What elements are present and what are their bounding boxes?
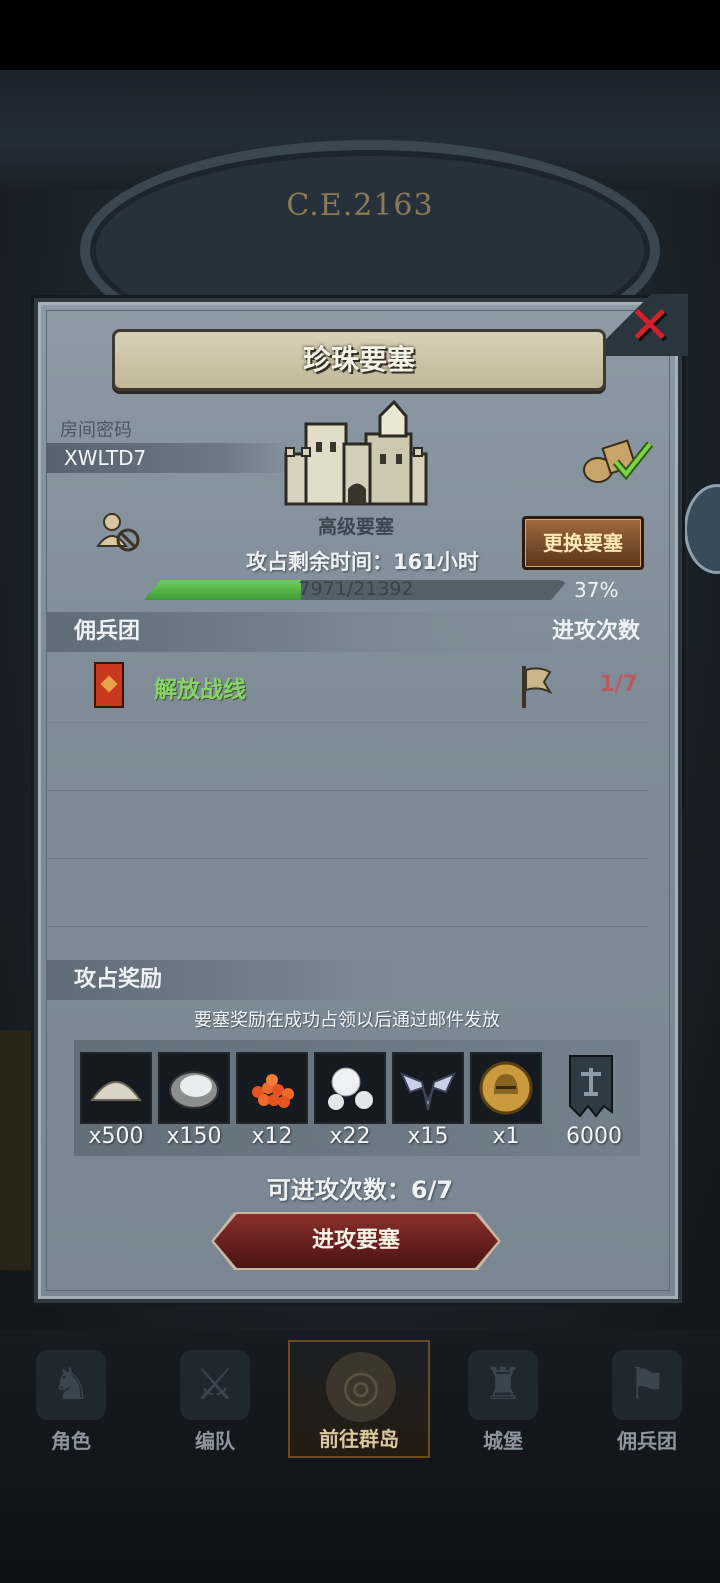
progress-text: 7971/21392 [298, 578, 414, 600]
close-icon: ✕ [628, 296, 672, 356]
progress-percent: 37% [574, 578, 619, 602]
castle-icon: ♜ [468, 1350, 538, 1420]
list-item-empty [46, 858, 648, 927]
formation-icon: ⚔ [180, 1350, 250, 1420]
mercenary-header: 佣兵团 [74, 619, 141, 644]
sand-pile-icon [90, 1081, 142, 1101]
mercenary-section-header: 佣兵团 进攻次数 [46, 612, 648, 652]
flag-icon [522, 666, 553, 708]
mercenary-icon: ⚑ [612, 1350, 682, 1420]
reward-qty: x1 [492, 1124, 520, 1149]
guild-attack-count: 1/7 [599, 672, 638, 697]
side-panel-left [0, 1030, 32, 1270]
reward-item[interactable] [314, 1052, 386, 1124]
nav-character[interactable]: ♞ 角色 [0, 1340, 142, 1458]
status-bar-area [0, 0, 720, 70]
bottom-nav: ♞ 角色 ⚔ 编队 ◎ 前往群岛 ♜ 城堡 ⚑ 佣兵团 [0, 1330, 720, 1583]
winged-emblem-icon [400, 1072, 456, 1111]
oyster-icon [169, 1071, 219, 1109]
nav-label: 佣兵团 [617, 1429, 677, 1453]
guild-name: 解放战线 [154, 677, 246, 703]
reward-note: 要塞奖励在成功占领以后通过邮件发放 [194, 1010, 500, 1031]
loot-claimed-icon[interactable] [580, 436, 658, 484]
room-code-label: 房间密码 [60, 420, 132, 441]
reward-item[interactable] [470, 1052, 542, 1124]
guild-banner-icon [94, 662, 124, 708]
attack-fortress-button[interactable]: 进攻要塞 [211, 1211, 501, 1271]
attack-button-label: 进攻要塞 [311, 1228, 400, 1253]
reward-item[interactable] [158, 1052, 230, 1124]
nav-label: 前往群岛 [319, 1427, 399, 1451]
list-item-empty [46, 790, 648, 859]
fish-roe-icon [252, 1074, 294, 1108]
guild-banner-icon[interactable] [566, 1054, 616, 1120]
character-icon: ♞ [36, 1350, 106, 1420]
reward-header: 攻占奖励 [74, 967, 163, 992]
close-button[interactable]: ✕ [598, 294, 688, 356]
fortress-type: 高级要塞 [317, 516, 394, 538]
islands-icon: ◎ [326, 1352, 396, 1422]
nav-label: 角色 [51, 1429, 91, 1453]
nav-castle[interactable]: ♜ 城堡 [432, 1340, 574, 1458]
year-label: C.E.2163 [286, 188, 434, 223]
knight-helmet-coin-icon [479, 1061, 533, 1115]
change-fortress-label: 更换要塞 [543, 531, 623, 555]
reward-qty: x15 [407, 1124, 449, 1149]
pearls-icon [328, 1067, 373, 1110]
fortress-icon [284, 399, 428, 506]
title-plate: 珍珠要塞 [112, 329, 606, 391]
reward-item[interactable] [392, 1052, 464, 1124]
dialog-title: 珍珠要塞 [302, 343, 415, 376]
reward-qty: x22 [329, 1124, 371, 1149]
remaining-time: 攻占剩余时间：161小时 [246, 550, 479, 574]
nav-formation[interactable]: ⚔ 编队 [144, 1340, 286, 1458]
list-item[interactable]: 解放战线 1/7 [46, 654, 648, 723]
nav-label: 城堡 [483, 1429, 523, 1453]
nav-label: 编队 [195, 1429, 235, 1453]
available-attacks: 可进攻次数：6/7 [266, 1176, 454, 1204]
reward-section-header: 攻占奖励 [46, 960, 648, 1000]
reward-qty: x12 [251, 1124, 293, 1149]
list-item-empty [46, 722, 648, 791]
nav-mercenary[interactable]: ⚑ 佣兵团 [576, 1340, 718, 1458]
reward-qty: x500 [88, 1124, 144, 1149]
reward-qty: 6000 [566, 1124, 622, 1149]
reward-qty: x150 [166, 1124, 222, 1149]
attacks-header: 进攻次数 [551, 619, 640, 644]
reward-item[interactable] [80, 1052, 152, 1124]
reward-item[interactable] [236, 1052, 308, 1124]
user-blocked-icon[interactable] [96, 510, 142, 554]
nav-islands[interactable]: ◎ 前往群岛 [288, 1340, 430, 1458]
change-fortress-button[interactable]: 更换要塞 [522, 516, 644, 570]
room-code: XWLTD7 [64, 446, 147, 470]
